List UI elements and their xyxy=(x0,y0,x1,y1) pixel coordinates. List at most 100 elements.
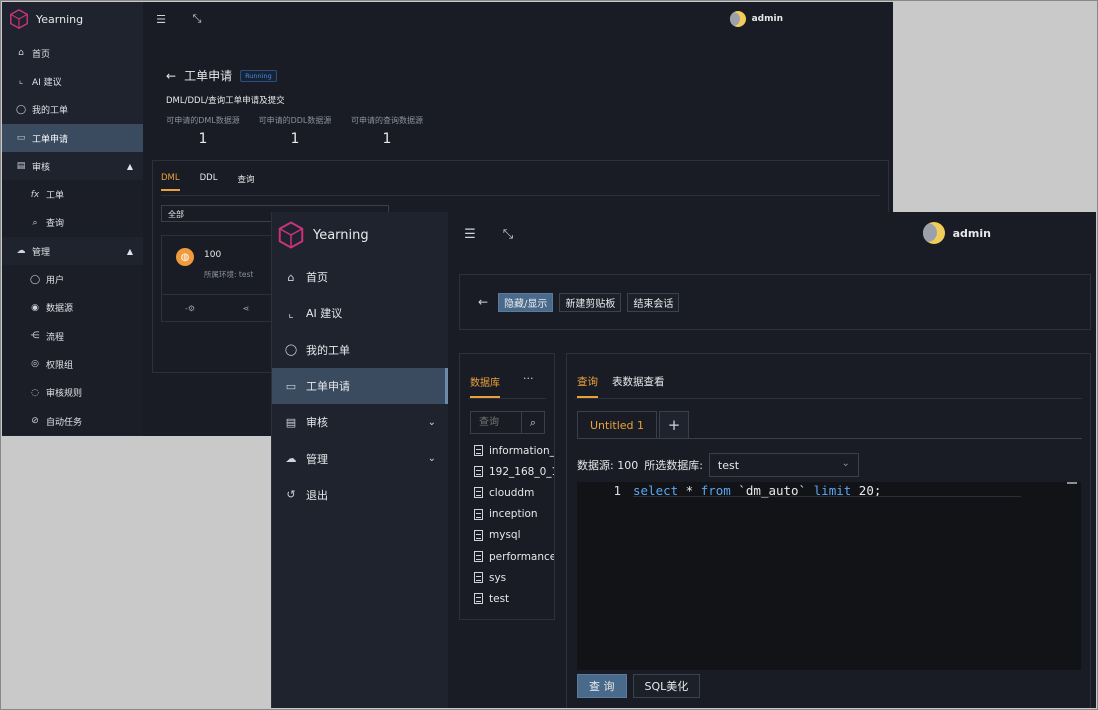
nav-ai-suggest[interactable]: ⌞ AI 建议 xyxy=(272,295,448,331)
current-line-highlight xyxy=(633,496,1021,497)
sql-editor[interactable]: 1 select * from `dm_auto` limit 20; xyxy=(577,482,1081,670)
database-name: information_schema xyxy=(489,444,554,457)
nav-audit-orders[interactable]: fx 工单 xyxy=(2,180,143,209)
database-item[interactable]: clouddm xyxy=(474,482,554,503)
chevron-up-icon: ▲ xyxy=(126,161,133,171)
nav-logout[interactable]: ↺ 退出 xyxy=(272,477,448,513)
chevron-down-icon: ⌄ xyxy=(841,458,850,469)
nav-audit-query[interactable]: ⌕ 查询 xyxy=(2,208,143,238)
tab-query[interactable]: 查询 xyxy=(237,173,254,191)
nav-label: 管理 xyxy=(306,452,328,466)
back-user-menu[interactable]: admin xyxy=(729,11,783,27)
front-user-menu[interactable]: admin xyxy=(922,222,991,244)
user-icon: ◯ xyxy=(284,343,298,357)
database-icon xyxy=(474,529,483,541)
database-name: sys xyxy=(489,571,507,584)
back-arrow-icon[interactable]: ← xyxy=(478,295,488,309)
stat-label: 可申请的DDL数据源 xyxy=(258,116,332,125)
tab-query[interactable]: 查询 xyxy=(577,374,598,398)
back-logo[interactable]: Yearning xyxy=(2,2,143,36)
end-session-button[interactable]: 结束会话 xyxy=(627,292,680,312)
nav-ai-suggest[interactable]: ⌞ AI 建议 xyxy=(2,67,143,95)
database-icon xyxy=(474,445,483,457)
audit-icon: ▤ xyxy=(285,415,297,429)
page-subtitle: DML/DDL/查询工单申请及提交 xyxy=(166,96,285,106)
nav-manage-rules[interactable]: ◌ 审核规则 xyxy=(2,378,143,407)
fullscreen-icon[interactable]: ⤡ xyxy=(496,227,520,242)
task-icon: ⊘ xyxy=(31,416,39,426)
query-toolbar: ← 隐藏/显示 新建剪贴板 结束会话 xyxy=(459,274,1091,330)
line-number: 1 xyxy=(613,483,621,498)
theme-moon-icon[interactable] xyxy=(922,222,945,244)
database-icon xyxy=(474,508,483,520)
editor-scrollbar[interactable] xyxy=(1067,482,1077,484)
nav-home[interactable]: ⌂ 首页 xyxy=(272,259,448,295)
database-item[interactable]: mysql xyxy=(474,525,554,546)
nav-label: AI 建议 xyxy=(32,77,62,88)
new-clipboard-button[interactable]: 新建剪贴板 xyxy=(559,292,622,312)
nav-label: 用户 xyxy=(46,276,65,287)
run-query-button[interactable]: 查 询 xyxy=(577,674,627,698)
front-logo[interactable]: Yearning xyxy=(272,212,448,258)
back-sidebar: Yearning ⌂ 首页 ⌞ AI 建议 ◯ 我的工单 ▭ 工单申请 ▤ 审核 ▲ fx 工… xyxy=(2,2,143,436)
nav-label: 权限组 xyxy=(46,360,74,371)
nav-audit[interactable]: ▤ 审核 ⌄ xyxy=(272,404,448,440)
nav-order-apply[interactable]: ▭ 工单申请 xyxy=(272,367,448,405)
nav-manage-groups[interactable]: ◎ 权限组 xyxy=(2,350,143,379)
nav-manage[interactable]: ☁ 管理 ▲ xyxy=(2,237,143,265)
database-item[interactable]: sys xyxy=(474,567,554,588)
nav-my-orders[interactable]: ◯ 我的工单 xyxy=(2,96,143,124)
back-arrow-icon[interactable]: ← xyxy=(166,69,176,83)
more-icon[interactable]: ··· xyxy=(523,372,534,385)
tab-dml[interactable]: DML xyxy=(161,173,180,191)
database-item[interactable]: test xyxy=(474,588,554,609)
tab-ddl[interactable]: DDL xyxy=(200,173,218,191)
monitor-icon: ▭ xyxy=(285,379,297,393)
nav-manage-tasks[interactable]: ⊘ 自动任务 xyxy=(2,406,143,436)
settings-icon[interactable]: -⚙ xyxy=(162,304,218,313)
database-item[interactable]: 192_168_0_1 xyxy=(474,461,554,482)
stat-value: 1 xyxy=(198,131,208,147)
database-search-input[interactable] xyxy=(471,412,521,433)
tab-database[interactable]: 数据库 xyxy=(470,374,500,398)
search-icon[interactable]: ⌕ xyxy=(521,412,544,433)
nav-manage-datasource[interactable]: ◉ 数据源 xyxy=(2,293,143,322)
database-item[interactable]: performance_schema xyxy=(474,546,554,567)
nav-order-apply[interactable]: ▭ 工单申请 xyxy=(2,123,143,153)
chevron-down-icon: ⌄ xyxy=(427,416,436,428)
nav-label: 我的工单 xyxy=(306,343,350,357)
page-header: ← 工单申请 Running xyxy=(166,67,277,84)
database-icon xyxy=(474,551,483,563)
chevron-down-icon: ⌄ xyxy=(427,453,436,465)
nav-my-orders[interactable]: ◯ 我的工单 xyxy=(272,332,448,368)
rule-icon: ◌ xyxy=(31,387,39,398)
nav-label: 审核规则 xyxy=(46,389,83,400)
nav-manage[interactable]: ☁ 管理 ⌄ xyxy=(272,440,448,476)
database-item[interactable]: inception xyxy=(474,504,554,525)
nav-manage-flow[interactable]: ⋲ 流程 xyxy=(2,321,143,351)
nav-label: 工单申请 xyxy=(306,380,350,394)
divider xyxy=(577,438,1082,439)
menu-fold-icon[interactable]: ☰ xyxy=(458,227,482,242)
menu-fold-icon[interactable]: ☰ xyxy=(143,13,179,26)
nav-label: 首页 xyxy=(32,49,51,60)
nav-home[interactable]: ⌂ 首页 xyxy=(2,39,143,67)
order-tabs: DML DDL 查询 xyxy=(161,173,254,191)
editor-tab[interactable]: Untitled 1 xyxy=(577,411,658,439)
database-select[interactable]: test ⌄ xyxy=(708,453,859,477)
nav-audit[interactable]: ▤ 审核 ▲ xyxy=(2,152,143,180)
query-tabs: 查询 表数据查看 xyxy=(577,374,665,398)
share-icon[interactable]: ⋖ xyxy=(218,304,274,313)
nav-manage-users[interactable]: ◯ 用户 xyxy=(2,265,143,294)
stat-value: 1 xyxy=(382,131,392,147)
theme-moon-icon[interactable] xyxy=(729,11,746,27)
toggle-visibility-button[interactable]: 隐藏/显示 xyxy=(498,292,554,312)
selected-db-label: 所选数据库: xyxy=(644,459,703,472)
database-item[interactable]: information_schema xyxy=(474,440,554,461)
add-tab-button[interactable]: + xyxy=(659,411,690,439)
fullscreen-icon[interactable]: ⤡ xyxy=(179,12,215,26)
monitor-icon: ▭ xyxy=(16,133,26,144)
sql-beautify-button[interactable]: SQL美化 xyxy=(632,674,701,698)
stat-dml: 可申请的DML数据源 1 xyxy=(166,115,240,147)
tab-table-data[interactable]: 表数据查看 xyxy=(612,374,665,398)
